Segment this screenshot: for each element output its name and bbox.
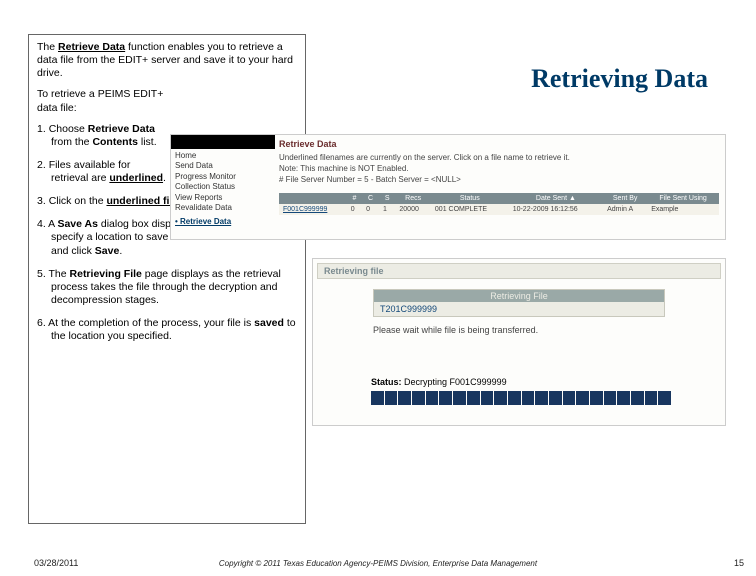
screenshot-retrieving-file: Retrieving file Retrieving File T201C999… [312,258,726,426]
step-5: 5. The Retrieving File page displays as … [37,268,297,307]
progress-bar [371,391,671,405]
menu-item: Progress Monitor [175,172,271,182]
wait-text: Please wait while file is being transfer… [373,325,538,335]
file-box-header: Retrieving File [374,290,664,302]
step-1: 1. Choose Retrieve Data from the Content… [37,123,167,149]
pane-line2: Note: This machine is NOT Enabled. [279,164,721,173]
pane-title: Retrieve Data [279,139,721,149]
retrieving-header: Retrieving file [317,263,721,279]
retrieve-data-pane: Retrieve Data Underlined filenames are c… [279,139,721,186]
file-name-link: F001C999999 [279,204,347,215]
menu-header-bar [171,135,275,149]
menu-item: Send Data [175,161,271,171]
menu-item: Home [175,151,271,161]
intro-text: The Retrieve Data function enables you t… [37,41,297,80]
screenshot-retrieve-data: Home Send Data Progress Monitor Collecti… [170,134,726,240]
status-text: Status: Decrypting F001C999999 [371,377,507,387]
menu-item: Revalidate Data [175,203,271,213]
page-title: Retrieving Data [531,64,708,94]
step-2: 2. Files available for retrieval are und… [37,159,167,185]
steps-intro: To retrieve a PEIMS EDIT+ data file: [37,88,177,114]
table-header-row: # C S Recs Status Date Sent ▲ Sent By Fi… [279,193,719,204]
file-box-name: T201C999999 [374,302,664,316]
contents-menu: Home Send Data Progress Monitor Collecti… [171,149,275,230]
table-row: F001C999999 0 0 1 20000 001 COMPLETE 10-… [279,204,719,215]
menu-item: Collection Status [175,182,271,192]
file-table: # C S Recs Status Date Sent ▲ Sent By Fi… [279,193,719,215]
pane-line1: Underlined filenames are currently on th… [279,153,721,162]
file-box: Retrieving File T201C999999 [373,289,665,317]
page-number: 15 [734,558,744,568]
step-6: 6. At the completion of the process, you… [37,317,297,343]
pane-line3: # File Server Number = 5 - Batch Server … [279,175,721,184]
menu-item: View Reports [175,193,271,203]
instruction-panel: The Retrieve Data function enables you t… [28,34,306,524]
menu-item-retrieve-data: • Retrieve Data [175,217,271,227]
footer-copyright: Copyright © 2011 Texas Education Agency-… [0,559,756,568]
